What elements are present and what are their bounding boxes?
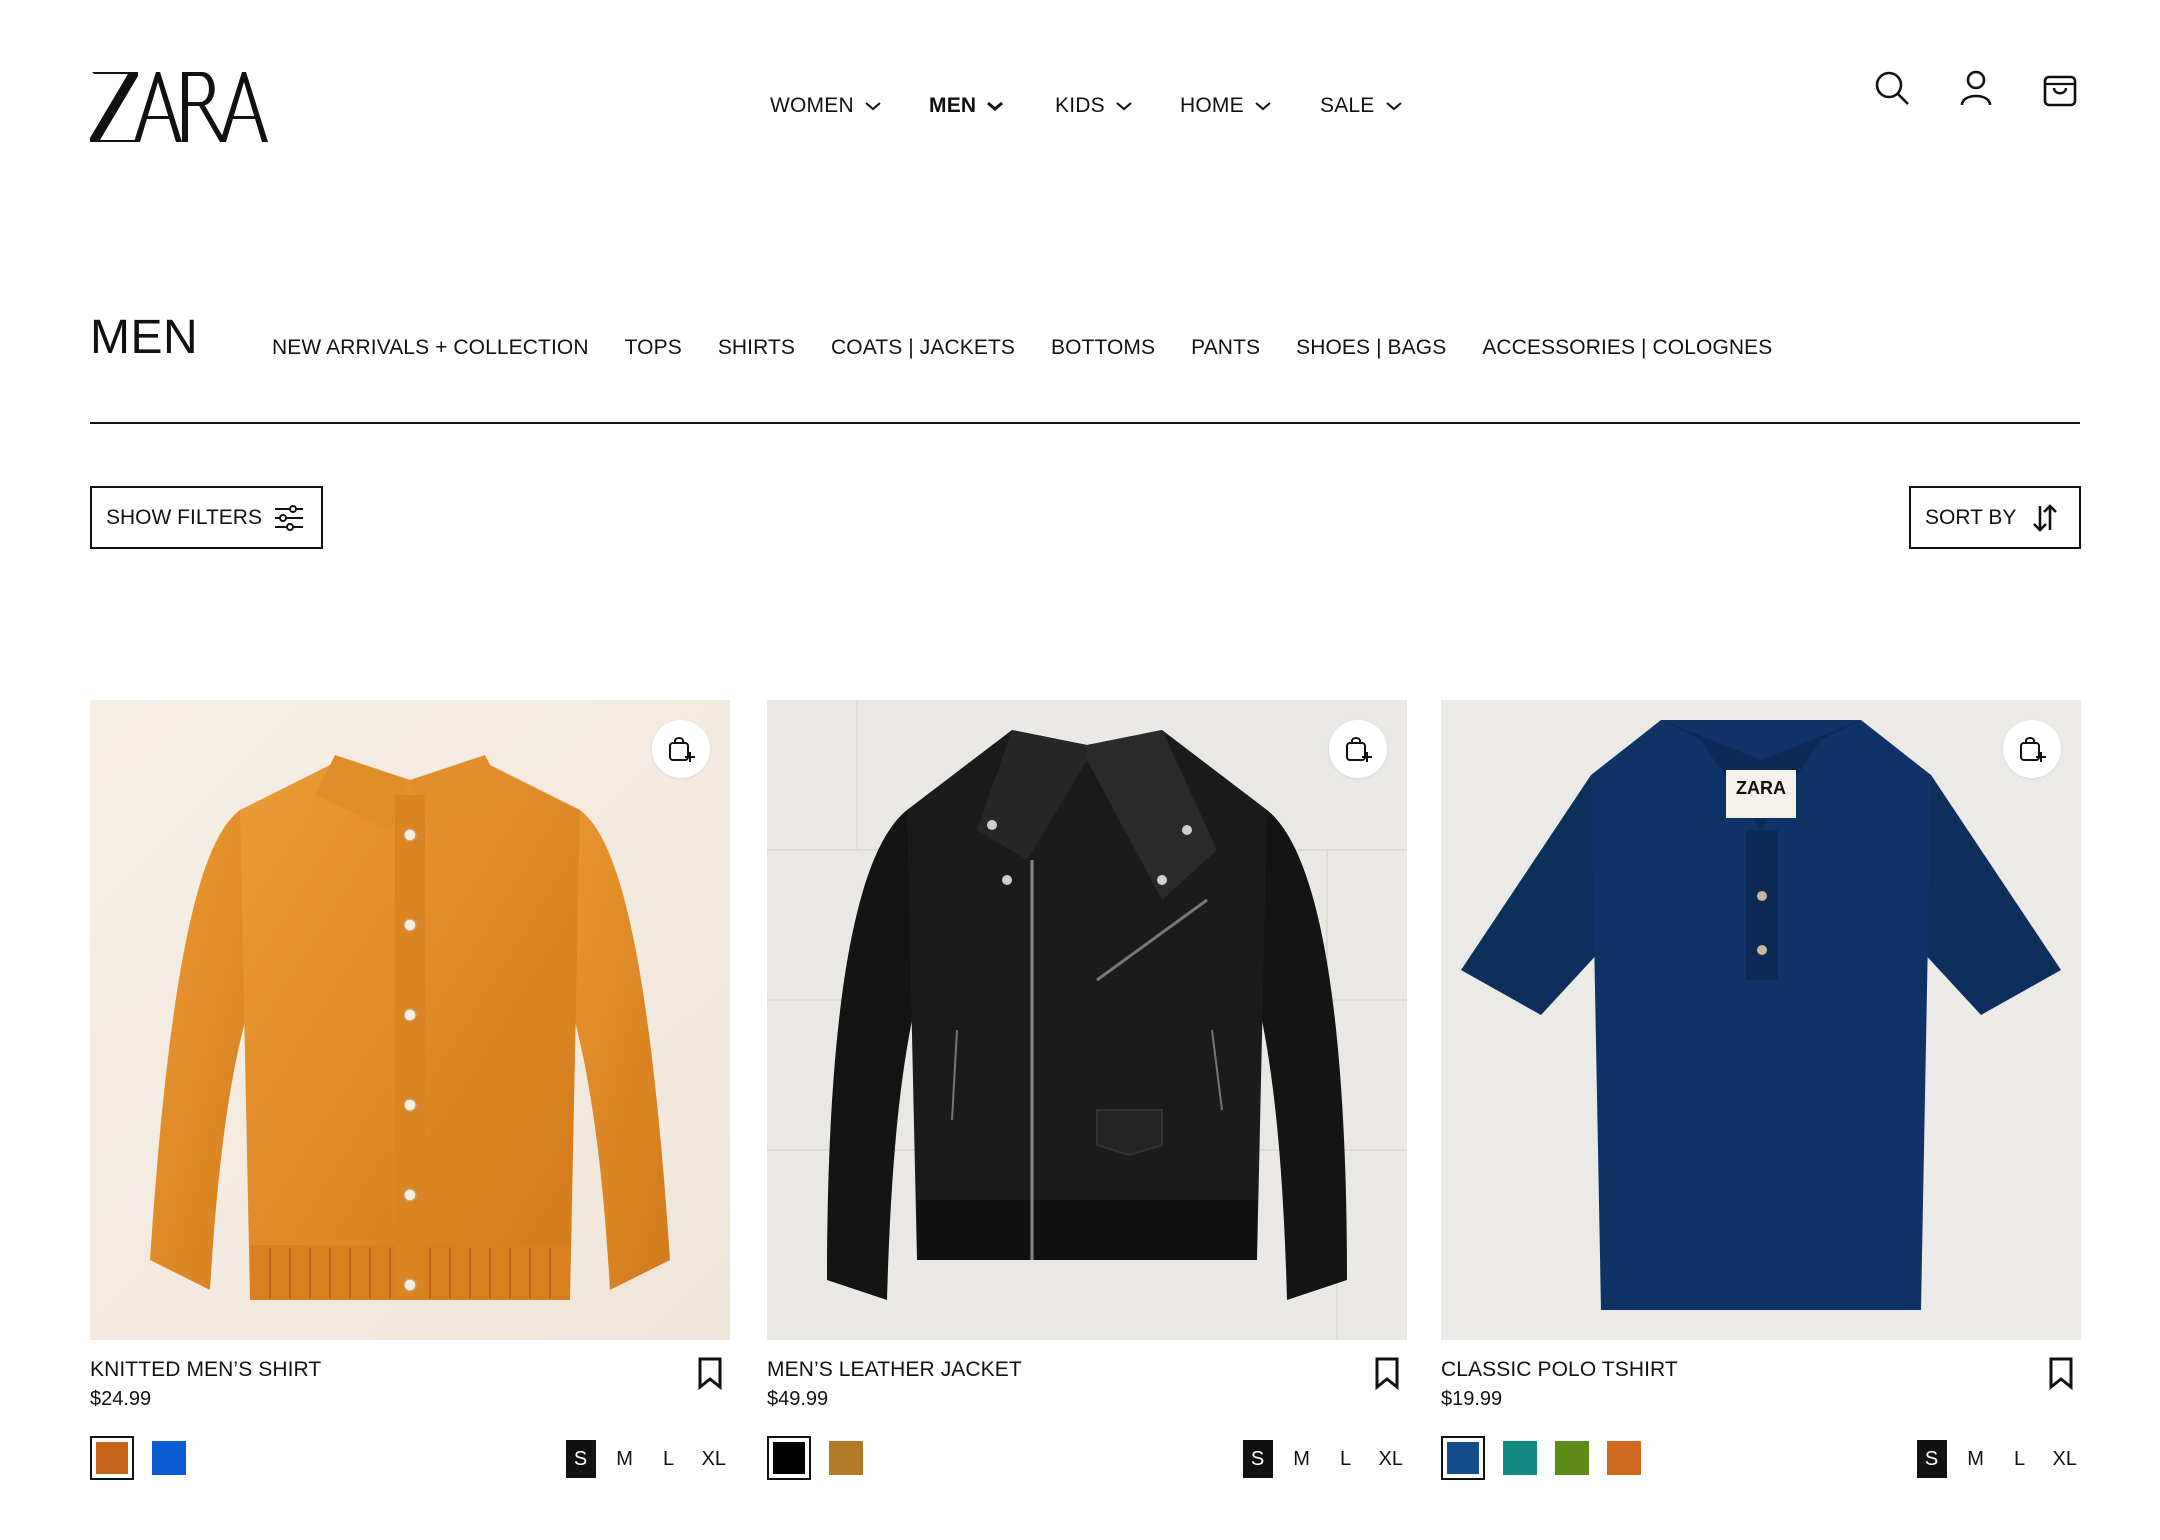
chevron-down-icon [1255,102,1271,111]
size-options: S M L XL [1916,1440,2081,1478]
sort-by-label: SORT BY [1925,505,2017,529]
chevron-down-icon [1116,102,1132,111]
bookmark-button[interactable] [696,1356,724,1391]
sort-by-button[interactable]: SORT BY [1909,486,2081,549]
swatch-fill [1447,1442,1479,1474]
product-price: $19.99 [1441,1388,1503,1410]
category-pants[interactable]: PANTS [1191,336,1260,364]
bag-plus-icon [669,737,695,762]
show-filters-label: SHOW FILTERS [106,505,262,529]
nav-item-label: KIDS [1055,94,1105,117]
nav-item-home[interactable]: HOME [1180,88,1272,124]
category-bottoms[interactable]: BOTTOMS [1051,336,1155,364]
show-filters-button[interactable]: SHOW FILTERS [90,486,323,549]
size-option[interactable]: L [1331,1440,1361,1478]
nav-item-label: HOME [1180,94,1244,117]
product-name[interactable]: KNITTED MEN’S SHIRT [90,1358,321,1382]
nav-item-women[interactable]: WOMEN [770,88,882,124]
search-icon [1875,71,1909,105]
color-swatch[interactable] [152,1441,186,1475]
chevron-down-icon [865,102,881,111]
category-accessories-colognes[interactable]: ACCESSORIES | COLOGNES [1482,336,1772,364]
account-button[interactable] [1954,66,1998,110]
color-swatches [1441,1436,1641,1480]
color-swatch[interactable] [1555,1441,1589,1475]
quick-add-button[interactable] [1329,720,1387,778]
size-options: S M L XL [565,1440,730,1478]
garment-label-text: ZARA [1736,778,1786,798]
size-option[interactable]: XL [2049,1440,2081,1478]
bookmark-icon [2049,1357,2073,1391]
product-image[interactable] [90,700,730,1340]
size-option[interactable]: XL [1375,1440,1407,1478]
size-option[interactable]: S [565,1440,596,1478]
chevron-down-icon [1385,102,1402,111]
product-card[interactable]: ZARA CLASSIC POLO TSHIRT $19.99 S M L XL [1441,700,2081,1500]
bookmark-icon [1375,1357,1399,1391]
cart-button[interactable] [2038,66,2082,110]
bag-plus-icon [1346,737,1372,762]
size-options: S M L XL [1242,1440,1407,1478]
search-button[interactable] [1870,66,1914,110]
product-card[interactable]: KNITTED MEN’S SHIRT $24.99 S M L XL [90,700,730,1500]
swatch-fill [773,1442,805,1474]
bookmark-button[interactable] [2047,1356,2075,1391]
page-title: MEN [90,311,199,364]
filter-sliders-icon [275,504,303,531]
size-option[interactable]: L [654,1440,684,1478]
size-option[interactable]: M [1961,1440,1991,1478]
color-swatches [767,1436,863,1480]
category-shirts[interactable]: SHIRTS [718,336,795,364]
header-icons [1870,66,2082,110]
product-card[interactable]: MEN’S LEATHER JACKET $49.99 S M L XL [767,700,1407,1500]
category-nav: NEW ARRIVALS + COLLECTION TOPS SHIRTS CO… [272,336,1808,364]
product-name[interactable]: CLASSIC POLO TSHIRT [1441,1358,1678,1382]
quick-add-button[interactable] [652,720,710,778]
nav-item-kids[interactable]: KIDS [1055,88,1133,124]
product-price: $49.99 [767,1388,829,1410]
size-option[interactable]: L [2005,1440,2035,1478]
category-coats-jackets[interactable]: COATS | JACKETS [831,336,1015,364]
user-icon [1960,70,1992,106]
size-option[interactable]: S [1916,1440,1947,1478]
size-option[interactable]: XL [698,1440,730,1478]
chevron-down-icon [987,101,1004,111]
sort-arrows-icon [2033,503,2057,532]
size-option[interactable]: S [1242,1440,1273,1478]
category-tops[interactable]: TOPS [625,336,682,364]
main-nav: WOMEN MEN KIDS HOME SALE [0,88,2160,124]
nav-item-sale[interactable]: SALE [1320,88,1403,124]
category-new-arrivals[interactable]: NEW ARRIVALS + COLLECTION [272,336,589,364]
color-swatch-selected[interactable] [1441,1436,1485,1480]
category-shoes-bags[interactable]: SHOES | BAGS [1296,336,1446,364]
size-option[interactable]: M [610,1440,640,1478]
color-swatch[interactable] [829,1441,863,1475]
color-swatch[interactable] [1607,1441,1641,1475]
product-name[interactable]: MEN’S LEATHER JACKET [767,1358,1022,1382]
product-price: $24.99 [90,1388,152,1410]
product-image[interactable]: ZARA [1441,700,2081,1340]
nav-item-label: MEN [929,94,977,117]
nav-item-label: WOMEN [770,94,854,117]
bookmark-icon [698,1357,722,1391]
color-swatch-selected[interactable] [767,1436,811,1480]
knit-shirt-image [90,700,730,1340]
nav-item-label: SALE [1320,94,1375,117]
shopping-bag-icon [2043,75,2077,107]
bag-plus-icon [2020,737,2046,762]
bookmark-button[interactable] [1373,1356,1401,1391]
swatch-fill [96,1442,128,1474]
nav-item-men[interactable]: MEN [929,88,1004,124]
header-divider [90,422,2080,424]
color-swatch[interactable] [1503,1441,1537,1475]
quick-add-button[interactable] [2003,720,2061,778]
size-option[interactable]: M [1287,1440,1317,1478]
color-swatches [90,1436,186,1480]
color-swatch-selected[interactable] [90,1436,134,1480]
leather-jacket-image [767,700,1407,1340]
product-image[interactable] [767,700,1407,1340]
